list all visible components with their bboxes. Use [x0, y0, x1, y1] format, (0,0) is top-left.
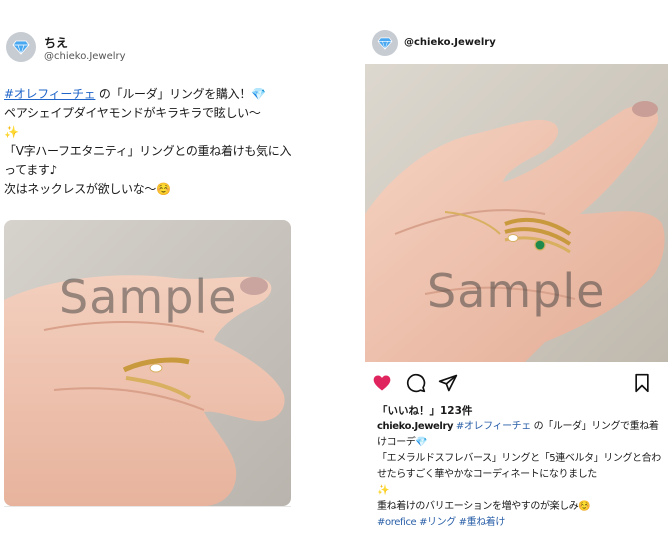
gem-emoji-icon: 💎 [251, 87, 266, 101]
tweet-card: ちえ @chieko.Jewelry #オレフィーチェ の「ルーダ」リングを購入… [0, 0, 300, 541]
tweet-avatar[interactable] [6, 32, 36, 62]
ig-handle[interactable]: @chieko.Jewelry [404, 37, 496, 48]
diamond-icon [12, 40, 30, 55]
tweet-hashtag-link[interactable]: #オレフィーチェ [4, 87, 96, 101]
tweet-photo-watermark: Sample [59, 270, 238, 324]
ig-caption-hashtag[interactable]: #オレフィーチェ [456, 421, 531, 432]
tweet-text: #オレフィーチェ の「ルーダ」リングを購入！💎 ペアシェイプダイヤモンドがキラキ… [4, 85, 294, 199]
ig-caption-hashtags[interactable]: #orefice #リング #重ね着け [377, 517, 505, 528]
ig-caption-line3: 重ね着けのバリエーションを増やすのが楽しみ [377, 501, 579, 512]
tweet-display-name[interactable]: ちえ [44, 34, 68, 51]
tweet-line3: 「V字ハーフエタニティ」リングとの重ね着けも気に入ってます♪ [4, 144, 292, 177]
gem-emoji-icon: 💎 [415, 437, 428, 448]
smile-emoji-icon: ☺️ [156, 182, 171, 196]
ig-action-bar [372, 373, 662, 393]
ig-caption-line2: 「エメラルドスフレバース」リングと「5連ベルタ」リングと合わせたらすごく華やかな… [377, 453, 661, 480]
tweet-line4: 次はネックレスが欲しいな〜 [4, 182, 157, 196]
sparkles-emoji-icon: ✨ [377, 485, 390, 496]
tweet-handle[interactable]: @chieko.Jewelry [44, 51, 126, 62]
tweet-line2: ペアシェイプダイヤモンドがキラキラで眩しい〜 [4, 106, 261, 120]
comment-icon[interactable] [406, 373, 426, 393]
ig-photo[interactable]: Sample [365, 64, 668, 362]
ig-photo-watermark: Sample [427, 264, 606, 318]
sparkles-emoji-icon: ✨ [4, 125, 19, 139]
bookmark-icon[interactable] [632, 373, 652, 393]
tweet-divider [4, 506, 291, 507]
ig-caption: chieko.Jewelry #オレフィーチェ の「ルーダ」リングで重ね着けコー… [377, 419, 665, 531]
diamond-icon [377, 37, 393, 50]
share-icon[interactable] [438, 373, 458, 393]
tweet-photo[interactable]: Sample [4, 220, 291, 506]
smile-emoji-icon: ☺️ [578, 501, 591, 512]
tweet-line1: の「ルーダ」リングを購入！ [95, 87, 252, 101]
ig-caption-user[interactable]: chieko.Jewelry [377, 421, 454, 432]
ig-avatar[interactable] [372, 30, 398, 56]
heart-icon[interactable] [372, 373, 392, 393]
ig-like-count[interactable]: 「いいね！」123件 [377, 403, 472, 418]
